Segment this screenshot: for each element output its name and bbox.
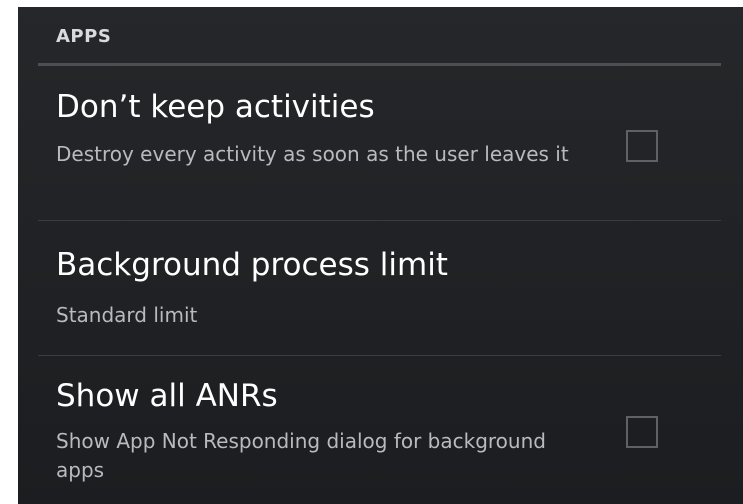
pref-summary: Show App Not Responding dialog for backg… [56, 429, 546, 482]
developer-options-screen: APPS Don’t keep activities Destroy every… [0, 0, 743, 504]
pref-summary: Standard limit [56, 303, 198, 327]
show-all-anrs-checkbox[interactable] [626, 416, 658, 448]
pref-title: Show all ANRs [56, 378, 278, 414]
pref-show-all-anrs[interactable]: Show all ANRs Show App Not Responding di… [38, 356, 721, 504]
top-edge [0, 0, 743, 7]
pref-dont-keep-activities[interactable]: Don’t keep activities Destroy every acti… [38, 66, 721, 221]
section-header-apps: APPS [56, 26, 112, 47]
pref-summary: Destroy every activity as soon as the us… [56, 142, 569, 166]
dont-keep-activities-checkbox[interactable] [626, 130, 658, 162]
pref-title: Background process limit [56, 247, 448, 283]
pref-background-process-limit[interactable]: Background process limit Standard limit [38, 221, 721, 355]
left-edge [0, 0, 18, 504]
pref-title: Don’t keep activities [56, 89, 375, 125]
